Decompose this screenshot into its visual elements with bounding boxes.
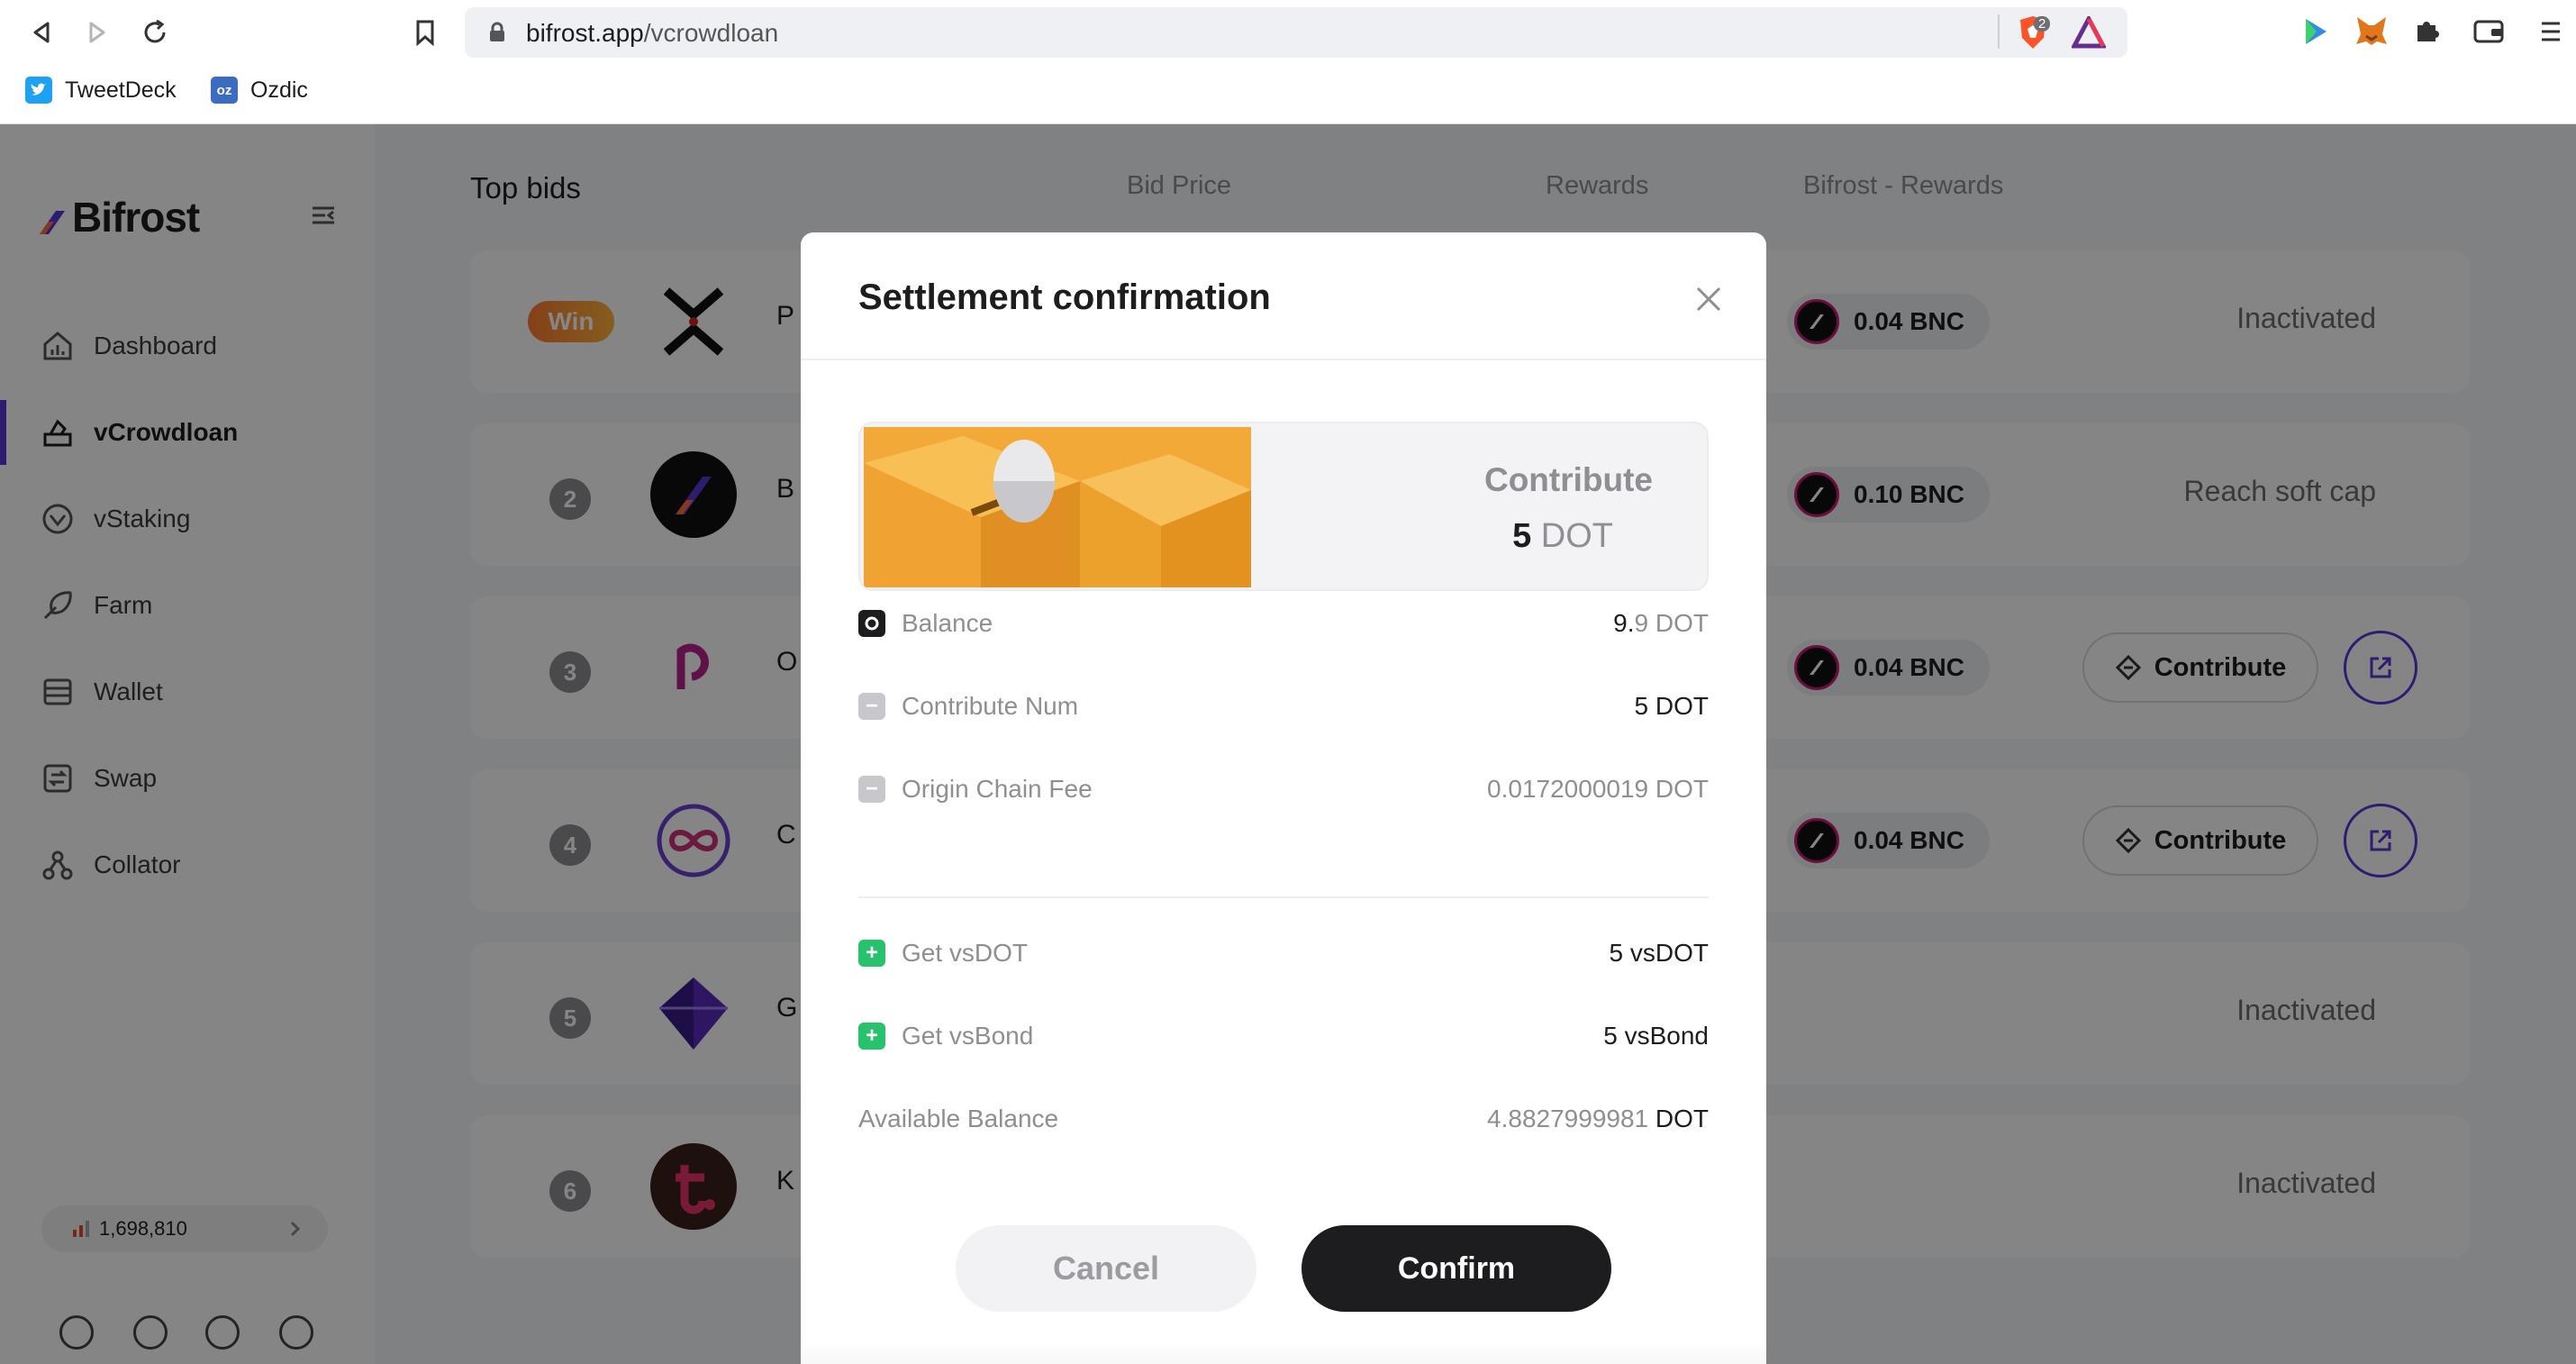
contribute-banner: Contribute 5 DOT: [858, 422, 1709, 591]
bookmark-ozdic[interactable]: oz Ozdic: [211, 74, 308, 106]
contribute-num-unit: DOT: [1655, 692, 1709, 720]
reload-button[interactable]: [135, 13, 175, 52]
get-vsdot-row: + Get vsDOT 5 vsDOT: [858, 935, 1709, 971]
banner-amount-number: 5: [1512, 517, 1532, 555]
ozdic-icon: oz: [211, 77, 238, 104]
minus-icon: −: [858, 776, 885, 803]
balance-row: Balance 9.9 DOT: [858, 605, 1709, 641]
origin-chain-fee-number: 0.0172000019: [1487, 775, 1649, 803]
plus-icon: +: [858, 940, 885, 967]
available-balance-row: Available Balance 4.8827999981 DOT: [858, 1101, 1709, 1137]
back-button[interactable]: [22, 13, 61, 52]
contribute-num-row: − Contribute Num 5 DOT: [858, 688, 1709, 724]
available-balance-label: Available Balance: [858, 1105, 1059, 1132]
lock-icon: [490, 22, 504, 41]
get-vsbond-unit: vsBond: [1624, 1022, 1709, 1050]
modal-bottom-fade: [801, 1341, 1766, 1364]
get-vsdot-number: 5: [1609, 939, 1624, 967]
get-vsbond-row: + Get vsBond 5 vsBond: [858, 1018, 1709, 1054]
modal-header-divider: [801, 359, 1766, 360]
close-icon: [1696, 286, 1721, 312]
balance-value: 9.9 DOT: [1613, 609, 1709, 638]
banner-amount-unit: DOT: [1540, 517, 1613, 555]
confirm-button[interactable]: Confirm: [1302, 1225, 1611, 1312]
cancel-button[interactable]: Cancel: [956, 1225, 1256, 1312]
bookmark-page-button[interactable]: [405, 13, 445, 52]
shield-count-badge: 2: [2034, 16, 2051, 32]
balance-value-main: 9.: [1613, 609, 1635, 637]
contribute-num-value: 5 DOT: [1635, 692, 1709, 721]
browser-chrome: bifrost.app/vcrowdloan 2 TweetDeck oz Oz…: [0, 0, 2576, 124]
available-balance-value: 4.8827999981 DOT: [1487, 1105, 1709, 1133]
modal-divider: [858, 896, 1709, 898]
origin-chain-fee-value: 0.0172000019 DOT: [1487, 775, 1709, 804]
origin-chain-fee-row: − Origin Chain Fee 0.0172000019 DOT: [858, 771, 1709, 807]
bookmark-label-tweetdeck: TweetDeck: [65, 77, 177, 103]
banner-label: Contribute: [1483, 461, 1653, 498]
available-balance-number: 4.8827999981: [1487, 1105, 1649, 1132]
contribute-num-number: 5: [1634, 692, 1649, 720]
plus-icon: +: [858, 1023, 885, 1050]
browser-menu-icon[interactable]: [2540, 18, 2562, 50]
settlement-modal: Settlement confirmation Contribute 5 DOT…: [801, 232, 1766, 1364]
app-viewport: Bifrost Dashboard vCrowdloan vStaking Fa…: [0, 124, 2576, 1364]
bookmark-label-ozdic: Ozdic: [250, 77, 308, 103]
wallet-extension-icon[interactable]: [2473, 18, 2504, 50]
get-vsdot-value: 5 vsDOT: [1610, 939, 1709, 968]
banner-amount: 5 DOT: [1512, 517, 1613, 556]
forward-button[interactable]: [77, 13, 117, 52]
balance-label: Balance: [902, 609, 993, 637]
get-vsdot-unit: vsDOT: [1629, 939, 1709, 967]
balance-unit: DOT: [1655, 609, 1709, 637]
bookmark-tweetdeck[interactable]: TweetDeck: [25, 74, 177, 106]
extensions-puzzle-icon[interactable]: [2414, 16, 2443, 50]
get-vsbond-label: Get vsBond: [902, 1022, 1034, 1050]
available-balance-unit: DOT: [1655, 1105, 1709, 1132]
url-path: /vcrowdloan: [643, 19, 779, 47]
ozdic-badge: oz: [216, 82, 232, 98]
metamask-icon[interactable]: [2354, 14, 2389, 51]
get-vsbond-value: 5 vsBond: [1603, 1022, 1709, 1050]
url-text: bifrost.app/vcrowdloan: [526, 19, 778, 48]
coin-slot-illustration: [864, 427, 1251, 587]
balance-value-rest: 9: [1634, 609, 1649, 637]
minus-icon: −: [858, 693, 885, 720]
bookmark-icon: [416, 20, 434, 46]
back-icon: [33, 22, 50, 43]
brave-shield-button[interactable]: 2: [2018, 14, 2054, 50]
tweetdeck-icon: [25, 77, 52, 104]
url-host: bifrost.app: [526, 19, 644, 47]
brave-rewards-icon: [2070, 14, 2108, 49]
get-vsbond-number: 5: [1603, 1022, 1618, 1050]
modal-title: Settlement confirmation: [858, 277, 1271, 317]
reload-icon: [144, 19, 166, 43]
forward-icon: [89, 22, 105, 43]
address-divider: [1998, 14, 2000, 49]
get-vsdot-label: Get vsDOT: [902, 939, 1029, 967]
close-button[interactable]: [1692, 283, 1725, 315]
origin-chain-fee-unit: DOT: [1655, 775, 1709, 803]
contribute-num-label: Contribute Num: [902, 692, 1079, 720]
extension-play-icon[interactable]: [2302, 16, 2329, 51]
origin-chain-fee-label: Origin Chain Fee: [902, 775, 1093, 803]
address-bar[interactable]: bifrost.app/vcrowdloan 2: [465, 7, 2127, 58]
balance-icon: [858, 610, 885, 637]
brave-rewards-button[interactable]: [2070, 14, 2108, 53]
